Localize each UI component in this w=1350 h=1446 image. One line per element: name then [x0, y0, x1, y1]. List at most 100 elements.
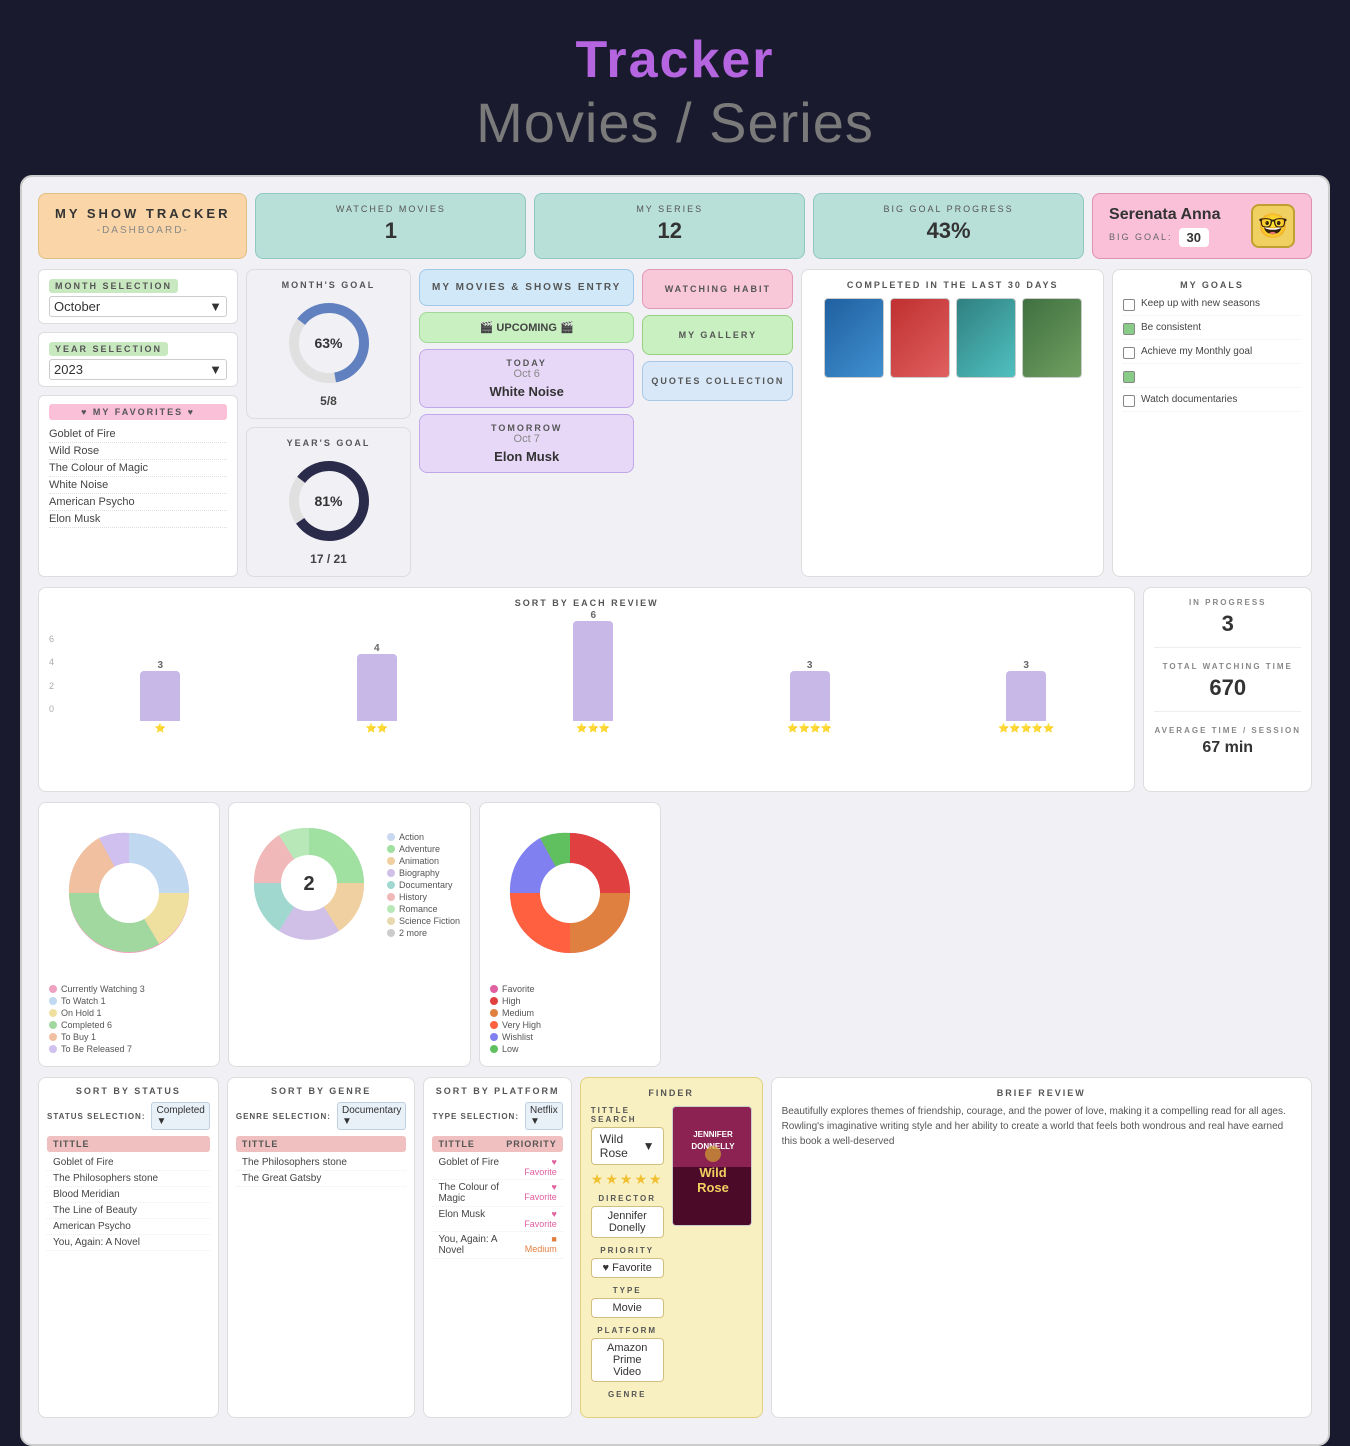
upcoming-btn[interactable]: 🎬 UPCOMING 🎬	[419, 312, 634, 343]
table-row: The Great Gatsby	[236, 1171, 407, 1187]
today-date: Oct 6	[430, 368, 623, 380]
gallery-btn[interactable]: MY GALLERY	[642, 315, 793, 355]
platform-filter-select[interactable]: Netflix ▼	[525, 1102, 563, 1130]
platform-field: PLATFORM Amazon Prime Video	[591, 1326, 664, 1382]
row-title: Elon Musk	[438, 1209, 517, 1229]
bar-chart-title: SORT BY EACH REVIEW	[49, 598, 1124, 608]
row-title: The Philosophers stone	[242, 1157, 401, 1168]
watched-label: WATCHED MOVIES	[276, 204, 505, 214]
entry-main[interactable]: MY MOVIES & SHOWS ENTRY	[419, 269, 634, 306]
habit-col: WATCHING HABIT MY GALLERY QUOTES COLLECT…	[642, 269, 793, 577]
avg-time-label: AVERAGE TIME / SESSION	[1154, 726, 1301, 735]
genre-field: GENRE	[591, 1390, 664, 1399]
legend-label: 2 more	[399, 928, 427, 938]
row-title: The Great Gatsby	[242, 1173, 401, 1184]
legend-item: History	[387, 892, 460, 902]
goals-list: Keep up with new seasonsBe consistentAch…	[1123, 298, 1301, 412]
cover-teal	[956, 298, 1016, 378]
legend-label: To Be Released 7	[61, 1044, 132, 1054]
row-priority: ■ Medium	[517, 1234, 556, 1256]
legend-label: Romance	[399, 904, 438, 914]
month-donut: 63%	[284, 298, 374, 388]
goal-text: Watch documentaries	[1141, 394, 1237, 405]
tomorrow-label: TOMORROW	[430, 423, 623, 433]
finder-with-cover: TITTLE SEARCH Wild Rose ▼ ★★★★★ DIRECTOR…	[591, 1106, 752, 1407]
legend-label: Currently Watching 3	[61, 984, 145, 994]
type-field: TYPE Movie	[591, 1286, 664, 1318]
type-label: TYPE	[591, 1286, 664, 1295]
series-value: 12	[555, 218, 784, 244]
brief-review-box: BRIEF REVIEW Beautifully explores themes…	[771, 1077, 1312, 1418]
priority-label: PRIORITY	[591, 1246, 664, 1255]
legend-dot	[49, 1009, 57, 1017]
watched-movies-stat: WATCHED MOVIES 1	[255, 193, 526, 259]
favorite-item: Elon Musk	[49, 511, 227, 528]
legend-label: On Hold 1	[61, 1008, 102, 1018]
watching-habit-btn[interactable]: WATCHING HABIT	[642, 269, 793, 309]
header-subtitle: Movies / Series	[0, 90, 1350, 155]
row-title: You, Again: A Novel	[438, 1234, 517, 1256]
in-progress-value: 3	[1154, 611, 1301, 637]
year-label: YEAR SELECTION	[49, 342, 168, 356]
goal-checkbox[interactable]	[1123, 395, 1135, 407]
genre-legend: ActionAdventureAnimationBiographyDocumen…	[387, 832, 460, 940]
upcoming-label: 🎬 UPCOMING 🎬	[480, 322, 574, 334]
quotes-btn[interactable]: QUOTES COLLECTION	[642, 361, 793, 401]
platform-table-rows: Goblet of Fire♥ FavoriteThe Colour of Ma…	[432, 1155, 562, 1259]
cover-nyad	[824, 298, 884, 378]
goal-checkbox[interactable]	[1123, 347, 1135, 359]
bar	[573, 621, 613, 721]
row-title: Goblet of Fire	[438, 1157, 517, 1177]
legend-dot	[387, 857, 395, 865]
in-progress-label: IN PROGRESS	[1154, 598, 1301, 607]
header: Tracker Movies / Series	[0, 0, 1350, 175]
table-row: The Philosophers stone	[236, 1155, 407, 1171]
priority-pie-chart	[490, 813, 650, 973]
finder-book-cover: JENNIFER DONNELLY Wild Rose	[672, 1106, 752, 1226]
legend-dot	[49, 1045, 57, 1053]
book-cover-area: JENNIFER DONNELLY Wild Rose	[672, 1106, 752, 1407]
favorites-header: ♥ MY FAVORITES ♥	[49, 404, 227, 420]
finder-search-label: TITTLE SEARCH	[591, 1106, 664, 1124]
legend-label: Very High	[502, 1020, 541, 1030]
legend-dot	[387, 881, 395, 889]
status-filter-select[interactable]: Completed ▼	[151, 1102, 209, 1130]
status-pie-chart	[49, 813, 209, 973]
header-title: Tracker	[0, 30, 1350, 90]
genre-filter-select[interactable]: Documentary ▼	[337, 1102, 406, 1130]
bar-col: 3 ⭐	[62, 660, 258, 734]
legend-label: Medium	[502, 1008, 534, 1018]
goal-checkbox[interactable]	[1123, 371, 1135, 383]
row-title: American Psycho	[53, 1221, 204, 1232]
goal-checkbox[interactable]	[1123, 299, 1135, 311]
goal-item: Watch documentaries	[1123, 394, 1301, 412]
platform-filter-label: TYPE SELECTION:	[432, 1112, 519, 1121]
big-goal-value: 30	[1179, 228, 1209, 247]
legend-label: Wishlist	[502, 1032, 533, 1042]
table-row: American Psycho	[47, 1219, 210, 1235]
legend-dot	[490, 1045, 498, 1053]
legend-label: To Watch 1	[61, 996, 106, 1006]
bar	[1006, 671, 1046, 721]
legend-item: On Hold 1	[49, 1008, 209, 1018]
table-row: Blood Meridian	[47, 1187, 210, 1203]
user-info: Serenata Anna BIG GOAL: 30	[1109, 206, 1239, 247]
sort-status-header: SORT BY STATUS	[47, 1086, 210, 1096]
bar-value: 3	[807, 660, 813, 671]
finder-stars: ★★★★★	[591, 1171, 664, 1188]
director-label: DIRECTOR	[591, 1194, 664, 1203]
goal-checkbox[interactable]	[1123, 323, 1135, 335]
legend-dot	[49, 1033, 57, 1041]
logo-sub: -DASHBOARD-	[55, 225, 230, 236]
finder-input[interactable]: Wild Rose ▼	[591, 1127, 664, 1165]
goals-panel: MONTH'S GOAL 63% 5/8 YEAR'S GOAL	[246, 269, 411, 577]
legend-label: Favorite	[502, 984, 535, 994]
year-select[interactable]: 2023 ▼	[49, 359, 227, 380]
avg-time-value: 67 min	[1154, 739, 1301, 757]
middle-row: MONTH SELECTION October ▼ YEAR SELECTION…	[38, 269, 1312, 577]
bar-col: 3 ⭐⭐⭐⭐⭐	[928, 660, 1124, 734]
year-donut-percent: 81%	[314, 493, 342, 509]
goal-text: Keep up with new seasons	[1141, 298, 1260, 309]
legend-item: Completed 6	[49, 1020, 209, 1030]
month-select[interactable]: October ▼	[49, 296, 227, 317]
